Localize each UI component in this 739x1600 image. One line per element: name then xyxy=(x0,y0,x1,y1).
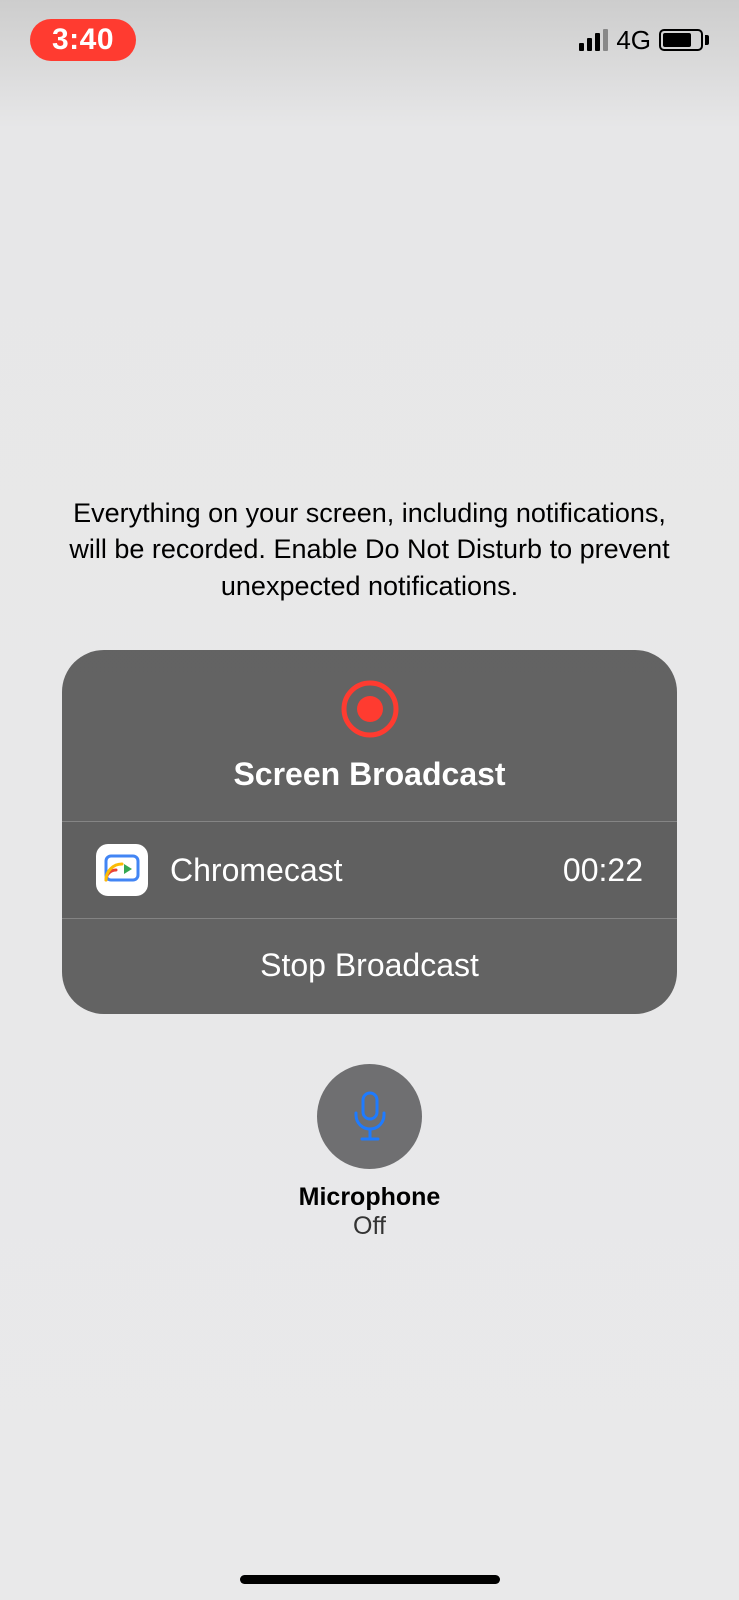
recording-info-text: Everything on your screen, including not… xyxy=(0,495,739,604)
microphone-section: Microphone Off xyxy=(0,1064,739,1241)
status-bar: 3:40 4G xyxy=(0,0,739,80)
panel-title: Screen Broadcast xyxy=(233,756,505,793)
recording-time-pill[interactable]: 3:40 xyxy=(30,19,136,61)
stop-broadcast-button[interactable]: Stop Broadcast xyxy=(62,919,677,1014)
microphone-icon xyxy=(348,1089,392,1145)
home-indicator[interactable] xyxy=(240,1575,500,1584)
battery-icon xyxy=(659,29,709,51)
status-right: 4G xyxy=(579,25,709,56)
broadcast-elapsed-time: 00:22 xyxy=(563,852,643,889)
network-type: 4G xyxy=(616,25,651,56)
cellular-signal-icon xyxy=(579,29,608,51)
microphone-label: Microphone xyxy=(299,1183,441,1212)
broadcast-target-row[interactable]: Chromecast 00:22 xyxy=(62,822,677,919)
microphone-state: Off xyxy=(353,1212,386,1241)
panel-header: Screen Broadcast xyxy=(62,650,677,822)
broadcast-target-name: Chromecast xyxy=(170,852,343,889)
microphone-toggle-button[interactable] xyxy=(317,1064,422,1169)
screen-broadcast-panel: Screen Broadcast Chromecast 00:22 Stop B… xyxy=(62,650,677,1014)
record-icon xyxy=(341,680,399,738)
chromecast-app-icon xyxy=(96,844,148,896)
